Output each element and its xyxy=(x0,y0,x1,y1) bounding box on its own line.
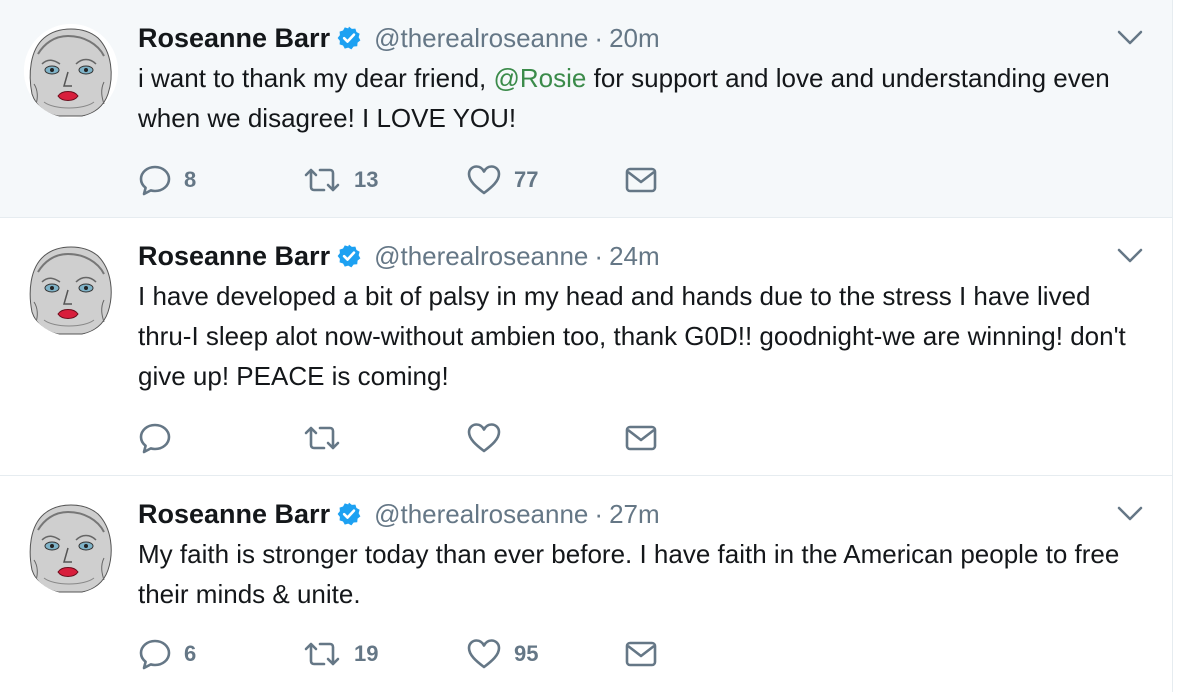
retweet-count: 13 xyxy=(354,167,379,192)
direct-message-button[interactable] xyxy=(624,634,664,674)
like-button[interactable] xyxy=(466,418,624,458)
reply-count: 6 xyxy=(184,641,197,666)
chevron-down-icon[interactable] xyxy=(1116,246,1144,266)
author-handle[interactable]: @therealroseanne xyxy=(374,23,588,54)
reply-button[interactable]: 8 xyxy=(138,160,302,200)
author-name[interactable]: Roseanne Barr xyxy=(138,499,330,530)
separator-dot: · xyxy=(594,22,604,53)
tweet-text: i want to thank my dear friend, @Rosie f… xyxy=(138,58,1148,138)
verified-badge-icon xyxy=(337,26,361,50)
tweet[interactable]: Roseanne Barr @therealroseanne · 24m I h… xyxy=(0,218,1172,476)
author-name[interactable]: Roseanne Barr xyxy=(138,241,330,272)
tweet-header: Roseanne Barr @therealroseanne · 27m xyxy=(138,496,660,532)
author-name[interactable]: Roseanne Barr xyxy=(138,23,330,54)
like-count: 77 xyxy=(514,167,539,192)
separator-dot: · xyxy=(594,240,604,271)
chevron-down-icon[interactable] xyxy=(1116,28,1144,48)
envelope-icon xyxy=(625,425,657,451)
author-handle[interactable]: @therealroseanne xyxy=(374,499,588,530)
retweet-icon xyxy=(304,168,340,192)
verified-badge-icon xyxy=(337,244,361,268)
reply-icon xyxy=(139,639,171,670)
heart-icon xyxy=(467,165,501,195)
tweet[interactable]: Roseanne Barr @therealroseanne · 27m My … xyxy=(0,476,1172,692)
author-handle[interactable]: @therealroseanne xyxy=(374,241,588,272)
avatar[interactable] xyxy=(24,500,118,594)
retweet-button[interactable] xyxy=(302,418,466,458)
avatar[interactable] xyxy=(24,24,118,118)
retweet-button[interactable]: 19 xyxy=(302,634,466,674)
tweet-actions: 8 13 77 xyxy=(138,160,664,200)
avatar[interactable] xyxy=(24,242,118,336)
reply-count: 8 xyxy=(184,167,197,192)
retweet-icon xyxy=(304,426,340,450)
timestamp[interactable]: 27m xyxy=(609,499,660,530)
direct-message-button[interactable] xyxy=(624,418,664,458)
reply-icon xyxy=(139,165,171,196)
reply-button[interactable]: 6 xyxy=(138,634,302,674)
timeline: Roseanne Barr @therealroseanne · 20m i w… xyxy=(0,0,1172,692)
reply-button[interactable] xyxy=(138,418,302,458)
heart-icon xyxy=(467,423,501,453)
tweet-header: Roseanne Barr @therealroseanne · 20m xyxy=(138,20,660,56)
like-button[interactable]: 95 xyxy=(466,634,624,674)
verified-badge-icon xyxy=(337,502,361,526)
tweet-text: I have developed a bit of palsy in my he… xyxy=(138,281,1126,391)
retweet-button[interactable]: 13 xyxy=(302,160,466,200)
tweet-actions xyxy=(138,418,664,458)
timestamp[interactable]: 24m xyxy=(609,241,660,272)
tweet[interactable]: Roseanne Barr @therealroseanne · 20m i w… xyxy=(0,0,1172,218)
tweet-header: Roseanne Barr @therealroseanne · 24m xyxy=(138,238,660,274)
tweet-text: My faith is stronger today than ever bef… xyxy=(138,539,1120,609)
separator-dot: · xyxy=(594,498,604,529)
like-button[interactable]: 77 xyxy=(466,160,624,200)
envelope-icon xyxy=(625,641,657,667)
tweet-actions: 6 19 95 xyxy=(138,634,664,674)
timestamp[interactable]: 20m xyxy=(609,23,660,54)
tweet-text-part: i want to thank my dear friend, xyxy=(138,63,494,93)
retweet-count: 19 xyxy=(354,641,379,666)
chevron-down-icon[interactable] xyxy=(1116,504,1144,524)
heart-icon xyxy=(467,639,501,669)
retweet-icon xyxy=(304,642,340,666)
reply-icon xyxy=(139,423,171,454)
mention-link[interactable]: @Rosie xyxy=(494,63,587,93)
envelope-icon xyxy=(625,167,657,193)
direct-message-button[interactable] xyxy=(624,160,664,200)
page-edge xyxy=(1172,0,1184,692)
like-count: 95 xyxy=(514,641,539,666)
